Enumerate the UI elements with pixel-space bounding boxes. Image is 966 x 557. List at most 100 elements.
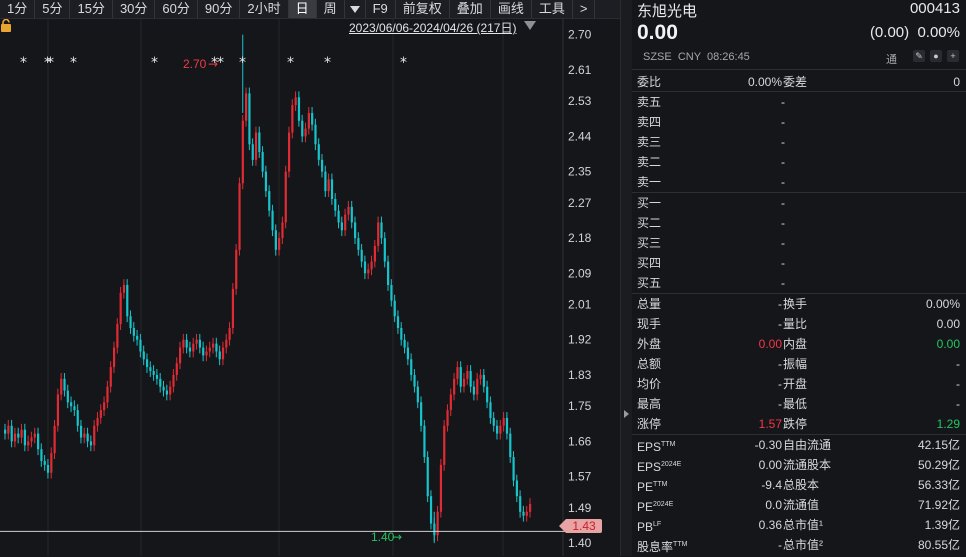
toolbar-item-3[interactable]: 30分 [113,0,156,18]
label: 委差 [783,75,808,89]
candle-body [13,433,17,442]
label: EPSTTM [637,435,675,457]
label-text: PE [637,500,654,514]
candle-body [116,324,119,348]
quote-panel: 东旭光电 000413 0.00 (0.00) 0.00% SZSE CNY 0… [632,0,966,556]
value: - [778,297,782,311]
label: 均价 [637,377,662,391]
candle-body [17,433,20,438]
candle-body [340,222,343,231]
value: 0.00 [758,337,782,351]
label: 卖一 [637,175,662,189]
candle-body [317,144,320,160]
candle-body [416,386,419,403]
label-superscript: 2024E [661,461,682,468]
toolbar-item-11[interactable]: 前复权 [396,0,450,18]
candle-body [152,371,155,375]
candle-body [129,316,132,329]
label: 量比 [783,317,808,331]
period-dropdown-button[interactable] [345,0,366,18]
last-price-badge: 1.43 [559,519,602,533]
label: 买三 [637,236,662,250]
candle-body [453,378,456,395]
toolbar-item-4[interactable]: 60分 [155,0,198,18]
toolbar-item-13[interactable]: 画线 [491,0,532,18]
row-fund: PE2024E 0.0 流通值 71.92亿 [632,495,966,515]
toolbar-item-5[interactable]: 90分 [198,0,241,18]
toolbar-item-10[interactable]: F9 [366,0,396,18]
candle-body [89,441,93,446]
edit-icon[interactable]: ✎ [913,50,925,62]
candle-body [245,93,248,121]
value: 50.29亿 [917,458,960,472]
candle-body [7,425,10,434]
candle-body [165,390,168,395]
candle-body [169,386,172,395]
label: 总市值² [783,538,823,552]
candle-body [195,339,198,344]
row-stat: 外盘 0.00 内盘 0.00 [632,334,966,354]
high-price-label: 2.70 [183,57,207,71]
toolbar-item-2[interactable]: 15分 [70,0,113,18]
candle-body [413,374,416,387]
value: 0 [953,75,960,89]
row-buy: 买二 - [632,213,966,233]
y-tick-label: 2.01 [568,298,592,312]
value: -9.4 [761,478,782,492]
toolbar-item-12[interactable]: 叠加 [450,0,491,18]
candle-body [221,347,225,360]
candle-body [489,402,492,418]
label-text: EPS [637,460,662,474]
candle-body [205,351,208,356]
kline-svg[interactable]: 2.70 2.61 2.53 2.44 2.35 2.27 2.18 2.09 2.01 1.92… [0,19,620,556]
value: 80.55亿 [917,538,960,552]
toolbar-item-15[interactable]: > [573,0,596,18]
candle-body [320,159,324,172]
toolbar-item-1[interactable]: 5分 [35,0,71,18]
label: 振幅 [783,357,808,371]
y-tick-label: 1.57 [568,470,592,484]
candle-body [304,128,307,137]
lock-icon[interactable] [0,19,12,32]
candle-body [515,480,518,497]
value: 0.00 [936,317,960,331]
candle-body [10,425,13,442]
label: 买五 [637,276,662,290]
stock-code: 000413 [909,0,960,17]
candle-body [291,105,294,133]
row-stat: 总量 - 换手 0.00% [632,294,966,314]
toolbar-item-0[interactable]: 1分 [0,0,36,18]
candle-body [241,120,244,184]
date-range-label[interactable]: 2023/06/06-2024/04/26 (217日) [349,19,516,36]
candle-body [287,132,291,172]
value: - [781,155,785,169]
toolbar-item-8[interactable]: 周 [317,0,345,18]
add-icon[interactable]: + [947,50,959,62]
kline-chart[interactable]: 2.70 2.61 2.53 2.44 2.35 2.27 2.18 2.09 2.01 1.92… [0,19,620,556]
candle-body [420,402,423,426]
candle-body [60,378,63,395]
candle-body [466,371,469,379]
event-marker: * [324,55,331,71]
value: - [778,357,782,371]
range-dropdown-icon[interactable] [524,21,536,30]
value: 71.92亿 [917,498,960,512]
candle-body [354,222,357,239]
candle-body [373,245,377,262]
candle-body [70,402,73,407]
row-fund: PETTM -9.4 总股本 56.33亿 [632,475,966,495]
candle-body [429,496,433,524]
candle-body [235,249,238,289]
toolbar-item-14[interactable]: 工具 [532,0,573,18]
candle-body [495,425,499,434]
y-tick-label: 1.49 [568,501,592,515]
toolbar-item-6[interactable]: 2小时 [240,0,289,18]
exchange-meta: SZSE CNY 08:26:45 [643,51,750,63]
value: 1.29 [936,417,960,431]
candle-body [301,120,304,137]
candle-body [231,288,235,329]
label-text: EPS [637,440,662,454]
bell-icon[interactable]: ● [930,50,942,62]
value: 1.57 [758,417,782,431]
toolbar-item-7[interactable]: 日 [288,0,317,18]
